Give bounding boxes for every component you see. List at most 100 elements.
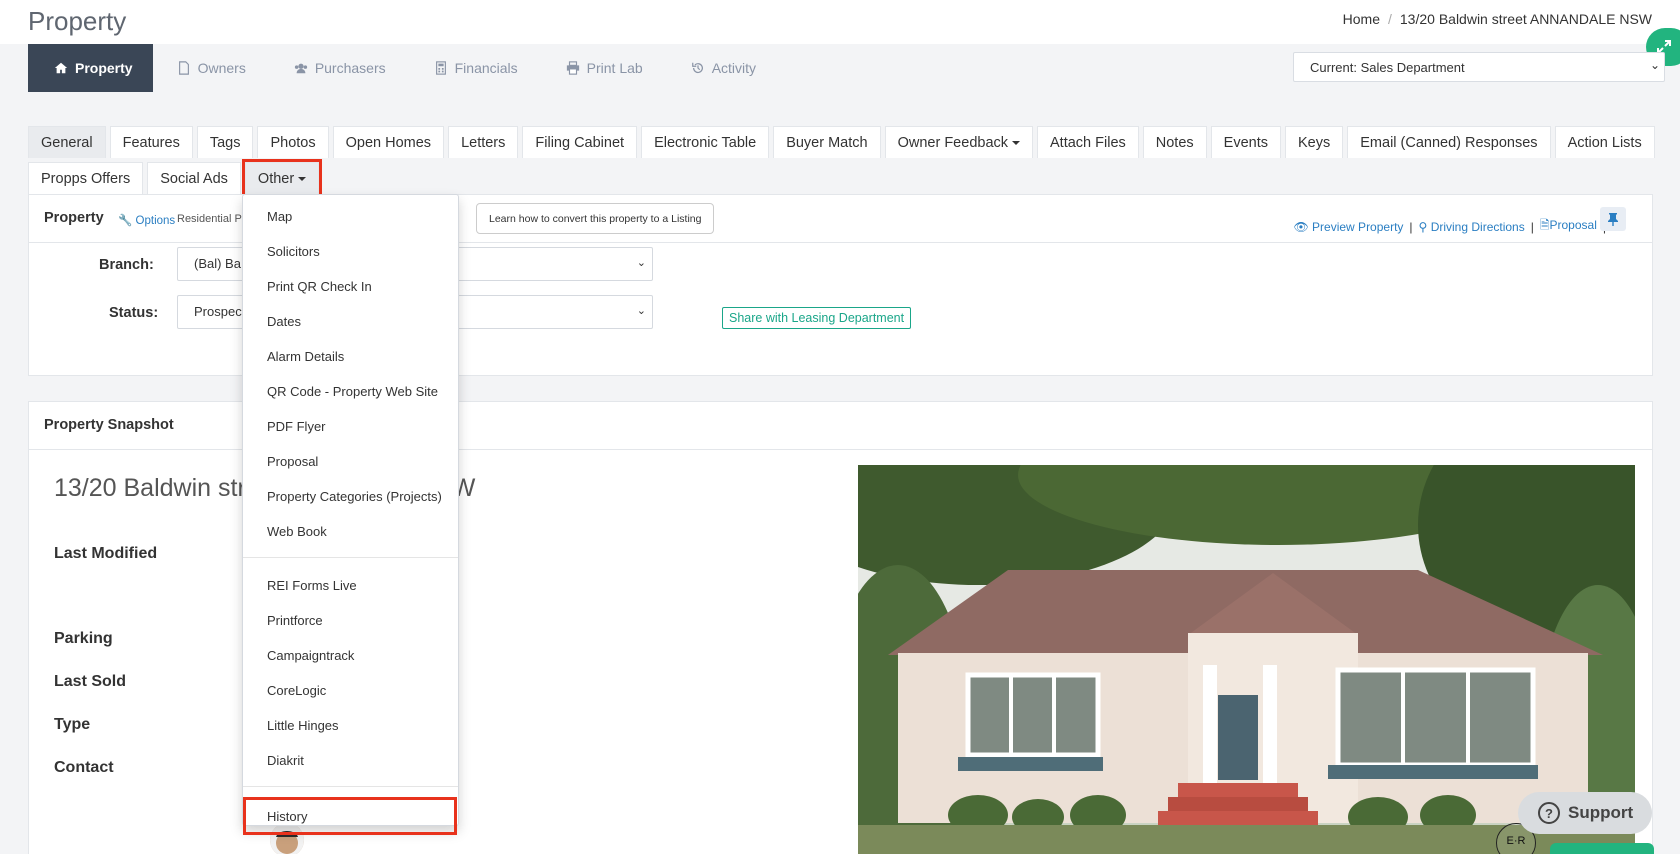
tab-row-1: General Features Tags Photos Open Homes …	[28, 126, 1668, 158]
menu-item-rei-forms-live[interactable]: REI Forms Live	[243, 568, 458, 603]
menu-item-campaigntrack[interactable]: Campaigntrack	[243, 638, 458, 673]
link-label: Proposal	[1549, 218, 1597, 232]
main-nav: Property Owners Purchasers Financials Pr…	[28, 44, 780, 92]
contact-label: Contact	[54, 759, 114, 776]
tab-email-canned-responses[interactable]: Email (Canned) Responses	[1347, 126, 1551, 158]
chat-tab[interactable]	[1550, 843, 1654, 854]
tab-label: Other	[257, 170, 295, 187]
menu-item-web-book[interactable]: Web Book	[243, 514, 458, 549]
property-photo	[858, 465, 1635, 854]
nav-property[interactable]: Property	[28, 44, 153, 92]
tab-row-2: Propps Offers Social Ads Other	[28, 159, 1668, 197]
tab-features[interactable]: Features	[109, 126, 193, 158]
tab-electronic-table[interactable]: Electronic Table	[641, 126, 770, 158]
tab-filing-cabinet[interactable]: Filing Cabinet	[522, 126, 638, 158]
nav-financials[interactable]: Financials	[410, 44, 542, 92]
snapshot-title: Property Snapshot	[44, 417, 174, 433]
tab-notes[interactable]: Notes	[1142, 126, 1207, 158]
tab-letters[interactable]: Letters	[448, 126, 519, 158]
menu-item-pdf-flyer[interactable]: PDF Flyer	[243, 409, 458, 444]
branch-label: Branch:	[99, 257, 154, 273]
property-type-label: Residential Pr	[177, 213, 246, 225]
tab-owner-feedback[interactable]: Owner Feedback	[884, 126, 1034, 158]
nav-label: Print Lab	[586, 60, 643, 76]
tab-social-ads[interactable]: Social Ads	[147, 162, 241, 194]
menu-item-corelogic[interactable]: CoreLogic	[243, 673, 458, 708]
other-dropdown-menu: Map Solicitors Print QR Check In Dates A…	[242, 194, 459, 835]
tab-tags[interactable]: Tags	[196, 126, 254, 158]
nav-owners[interactable]: Owners	[153, 44, 270, 92]
tab-propps-offers[interactable]: Propps Offers	[28, 162, 144, 194]
menu-item-alarm-details[interactable]: Alarm Details	[243, 339, 458, 374]
caret-down-icon	[298, 176, 307, 181]
driving-directions-link[interactable]: ⚲ Driving Directions	[1419, 220, 1525, 234]
property-panel-title: Property	[44, 210, 104, 226]
status-select-value: Prospec	[194, 304, 242, 319]
chevron-down-icon: ⌄	[636, 305, 646, 317]
menu-item-print-qr-check-in[interactable]: Print QR Check In	[243, 269, 458, 304]
link-label: Driving Directions	[1430, 219, 1525, 234]
nav-purchasers[interactable]: Purchasers	[270, 44, 410, 92]
branch-select-value: (Bal) Ba	[194, 256, 241, 271]
nav-activity[interactable]: Activity	[667, 44, 780, 92]
file-icon: 🗎	[1539, 218, 1550, 232]
menu-item-property-categories[interactable]: Property Categories (Projects)	[243, 479, 458, 514]
department-select-value: Current: Sales Department	[1310, 60, 1465, 75]
nav-print-lab[interactable]: Print Lab	[542, 44, 667, 92]
eye-icon: 👁	[1293, 219, 1309, 234]
history-icon	[691, 62, 703, 74]
tab-label: Owner Feedback	[897, 134, 1009, 151]
menu-item-qr-code-web-site[interactable]: QR Code - Property Web Site	[243, 374, 458, 409]
share-with-leasing-button[interactable]: Share with Leasing Department	[722, 307, 912, 329]
nav-label: Activity	[711, 60, 757, 76]
wrench-icon: 🔧	[118, 215, 133, 227]
menu-item-proposal[interactable]: Proposal	[243, 444, 458, 479]
tab-buyer-match[interactable]: Buyer Match	[773, 126, 881, 158]
tab-open-homes[interactable]: Open Homes	[332, 126, 445, 158]
calculator-icon	[435, 61, 446, 75]
last-modified-label: Last Modified	[54, 545, 158, 562]
top-header: Property Home / 13/20 Baldwin street ANN…	[0, 0, 1680, 44]
nav-label: Owners	[197, 60, 246, 76]
tab-action-lists[interactable]: Action Lists	[1554, 126, 1655, 158]
type-label: Type	[54, 716, 91, 733]
tab-other[interactable]: Other	[241, 159, 323, 197]
breadcrumb-home[interactable]: Home	[1343, 11, 1380, 27]
menu-item-diakrit[interactable]: Diakrit	[243, 743, 458, 778]
menu-item-solicitors[interactable]: Solicitors	[243, 234, 458, 269]
file-icon	[178, 61, 189, 75]
breadcrumb-current: 13/20 Baldwin street ANNANDALE NSW	[1399, 11, 1652, 27]
link-label: Preview Property	[1312, 219, 1404, 234]
support-button[interactable]: ? Support	[1518, 792, 1652, 834]
menu-item-map[interactable]: Map	[243, 199, 458, 234]
question-icon: ?	[1538, 802, 1560, 824]
options-link[interactable]: 🔧 Options	[118, 213, 175, 227]
page-title: Property	[28, 6, 127, 36]
nav-label: Financials	[454, 60, 518, 76]
chevron-down-icon: ⌄	[636, 257, 646, 269]
learn-convert-button[interactable]: Learn how to convert this property to a …	[476, 203, 715, 234]
menu-divider	[243, 557, 458, 558]
menu-item-little-hinges[interactable]: Little Hinges	[243, 708, 458, 743]
nav-label: Property	[75, 60, 133, 76]
pin-icon[interactable]	[1600, 207, 1626, 231]
menu-item-history[interactable]: History	[243, 797, 457, 835]
caret-down-icon	[1012, 140, 1021, 145]
tab-general[interactable]: General	[28, 126, 106, 158]
parking-label: Parking	[54, 630, 113, 647]
home-icon	[54, 62, 68, 74]
preview-property-link[interactable]: 👁 Preview Property	[1293, 220, 1403, 234]
department-select[interactable]: Current: Sales Department ⌄	[1293, 52, 1665, 82]
support-label: Support	[1568, 803, 1634, 822]
proposal-link[interactable]: 🗎Proposal	[1540, 216, 1597, 237]
menu-item-dates[interactable]: Dates	[243, 304, 458, 339]
tab-attach-files[interactable]: Attach Files	[1037, 126, 1139, 158]
last-sold-label: Last Sold	[54, 673, 127, 690]
address-text: 13/20 Baldwin str	[54, 474, 246, 502]
tab-photos[interactable]: Photos	[257, 126, 329, 158]
tab-keys[interactable]: Keys	[1285, 126, 1344, 158]
tab-events[interactable]: Events	[1210, 126, 1281, 158]
property-header-links: 👁 Preview Property | ⚲ Driving Direction…	[1293, 216, 1606, 237]
menu-item-printforce[interactable]: Printforce	[243, 603, 458, 638]
printer-icon	[566, 61, 579, 75]
